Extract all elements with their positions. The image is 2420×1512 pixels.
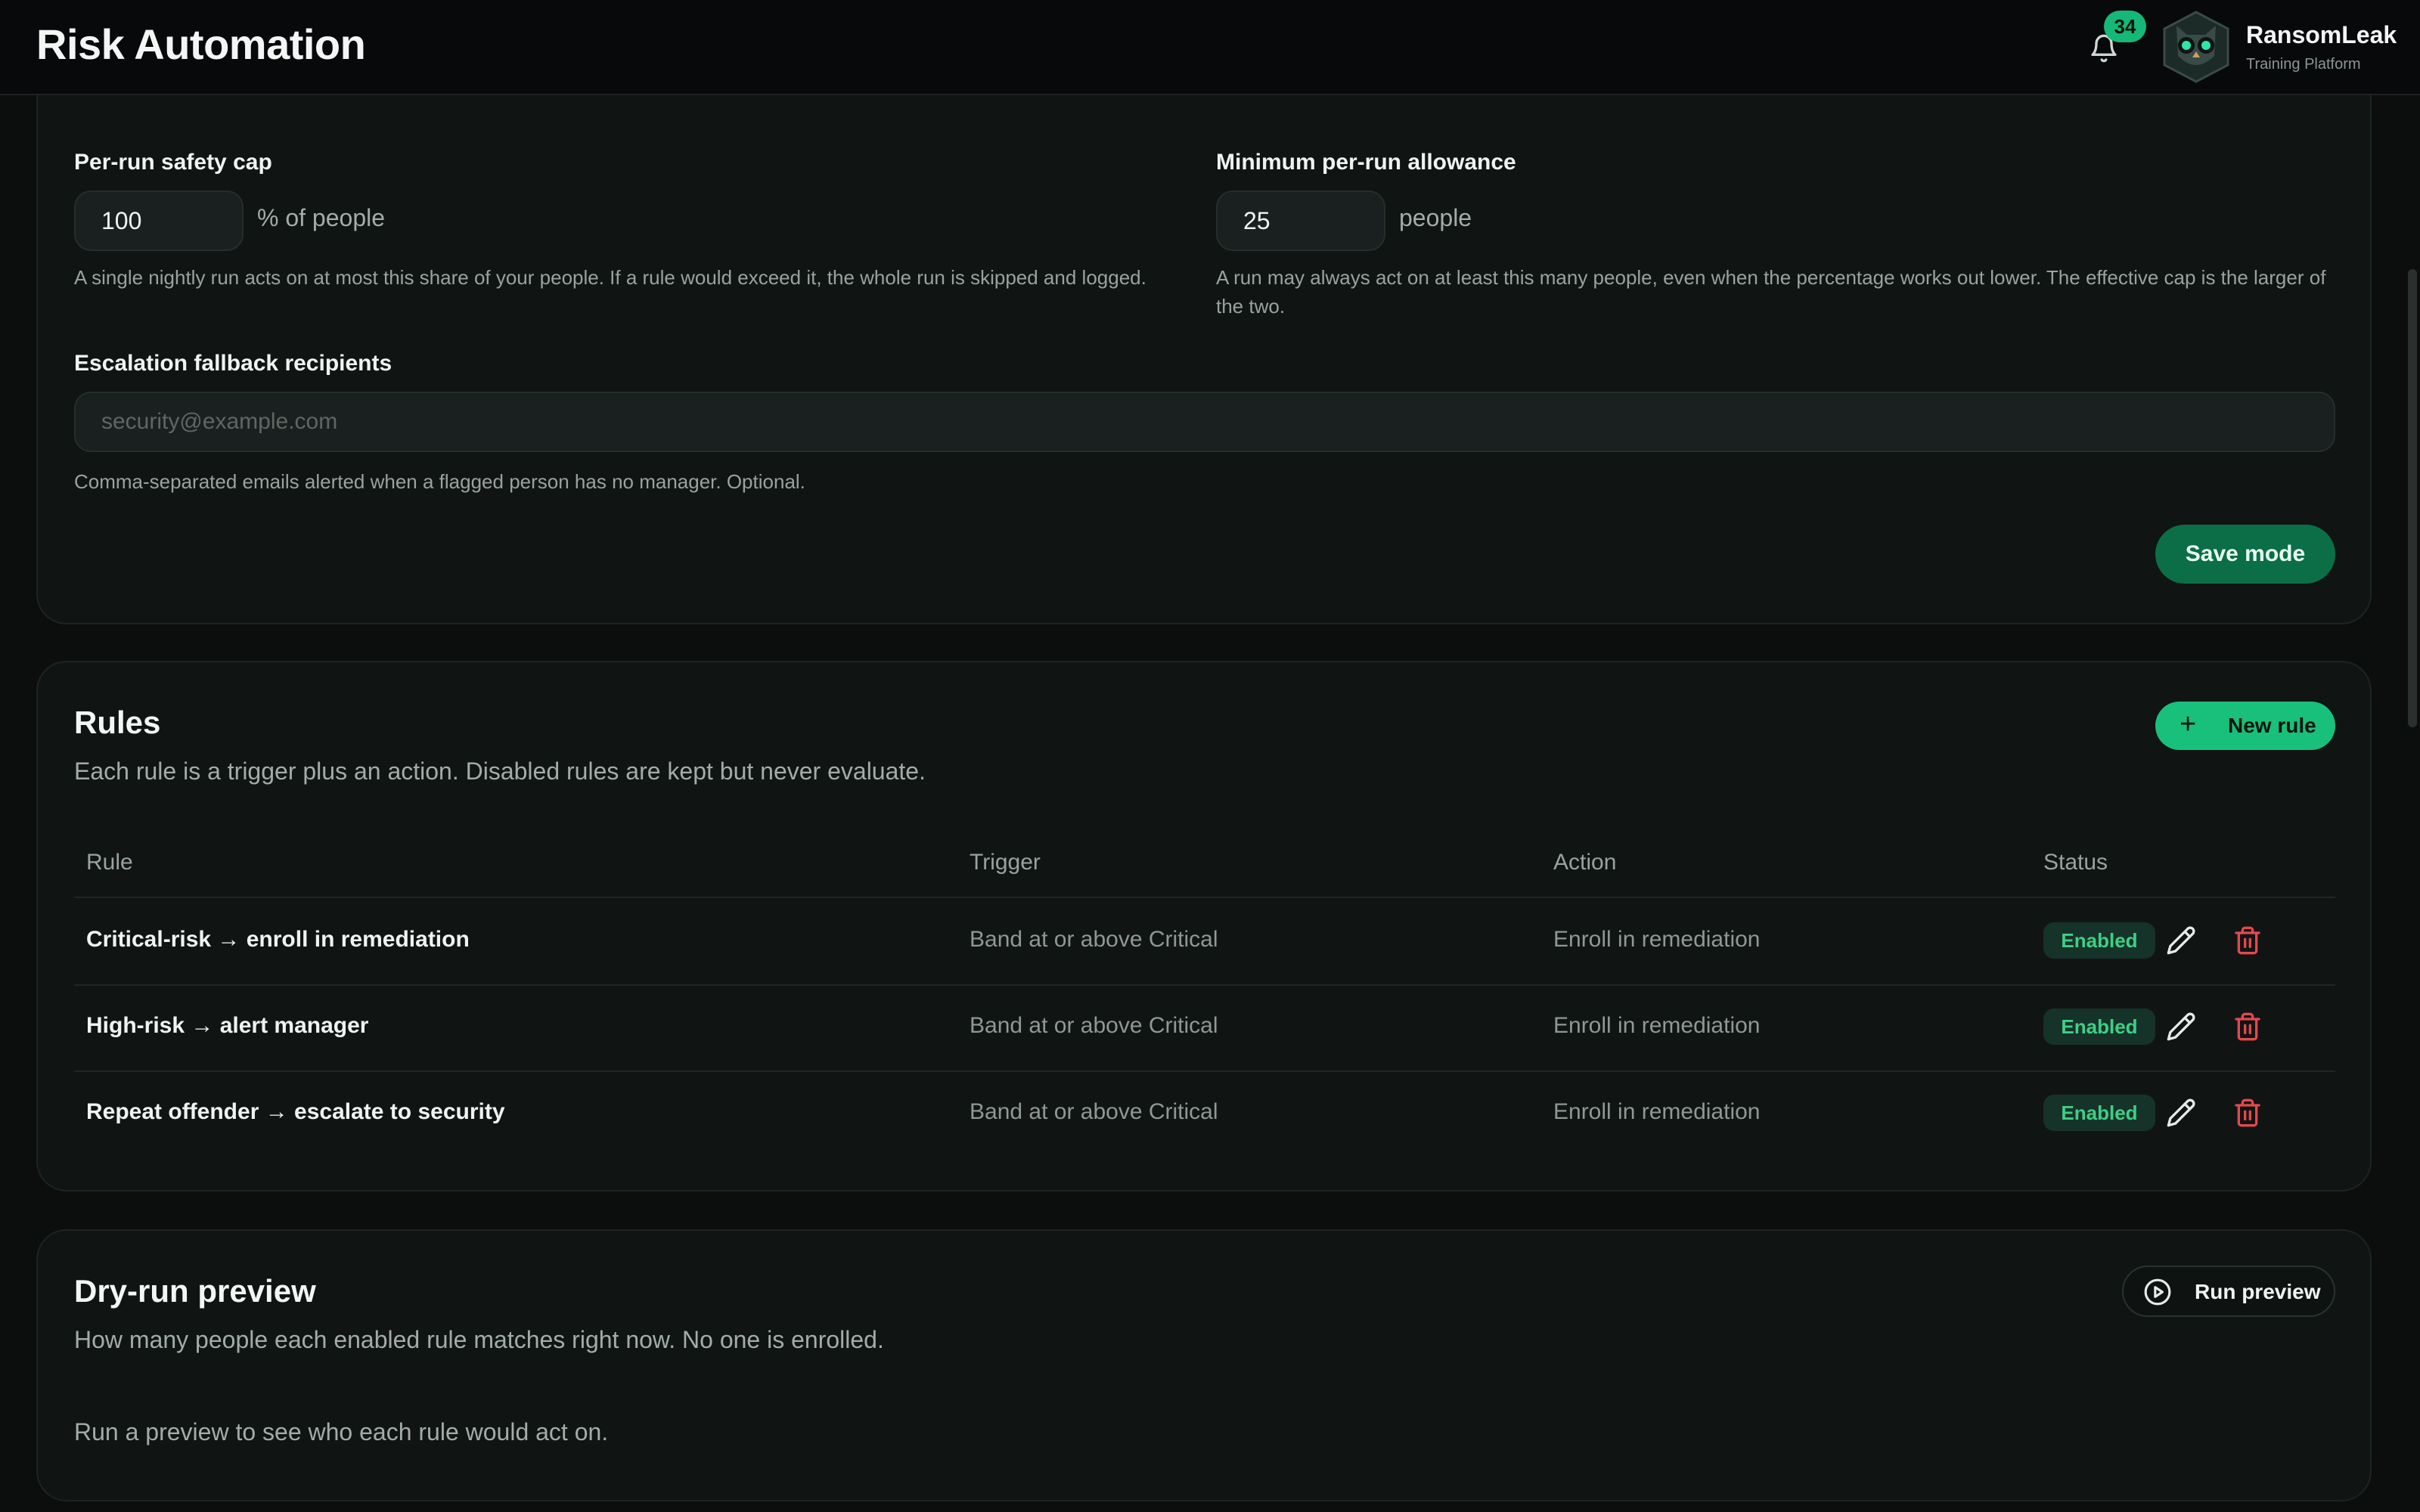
rule-trigger: Band at or above Critical <box>970 1013 1218 1038</box>
trash-icon[interactable] <box>2232 1012 2263 1042</box>
trash-icon[interactable] <box>2232 925 2263 956</box>
rule-action: Enroll in remediation <box>1553 1099 1761 1124</box>
rule-action: Enroll in remediation <box>1553 927 1761 952</box>
dry-run-preview-card: Dry-run preview How many people each ena… <box>36 1229 2372 1501</box>
run-preview-button[interactable]: Run preview <box>2122 1266 2335 1317</box>
min-allowance-unit: people <box>1399 204 1472 231</box>
mode-settings-card: Per-run safety cap 100 % of people A sin… <box>36 30 2372 624</box>
rule-name[interactable]: Repeat offender → escalate to security <box>86 1099 505 1125</box>
pencil-icon[interactable] <box>2166 1012 2196 1042</box>
new-rule-button[interactable]: + New rule <box>2155 702 2335 750</box>
save-mode-button[interactable]: Save mode <box>2155 525 2335 584</box>
column-header-action: Action <box>1553 850 1617 875</box>
safety-cap-help: A single nightly run acts on at most thi… <box>74 266 1146 289</box>
status-badge[interactable]: Enabled <box>2043 922 2155 959</box>
column-header-trigger: Trigger <box>970 850 1041 875</box>
min-allowance-input[interactable]: 25 <box>1216 191 1385 251</box>
safety-cap-input[interactable]: 100 <box>74 191 244 251</box>
header-divider <box>74 897 2335 898</box>
top-bar: Risk Automation 34 RansomLeak Training P… <box>0 0 2420 95</box>
fallback-recipients-input[interactable]: security@example.com <box>74 392 2335 452</box>
min-allowance-label: Minimum per-run allowance <box>1216 150 1516 175</box>
notification-count-badge[interactable]: 34 <box>2104 11 2146 42</box>
row-divider <box>74 1070 2335 1072</box>
column-header-rule: Rule <box>86 850 133 875</box>
status-badge[interactable]: Enabled <box>2043 1095 2155 1131</box>
rule-action: Enroll in remediation <box>1553 1013 1761 1038</box>
brand-subtitle: Training Platform <box>2246 56 2361 73</box>
rules-card: Rules Each rule is a trigger plus an act… <box>36 661 2372 1191</box>
plus-icon: + <box>2180 708 2197 740</box>
rule-name[interactable]: High-risk → alert manager <box>86 1013 368 1039</box>
fallback-recipients-label: Escalation fallback recipients <box>74 351 392 376</box>
min-allowance-help: A run may always act on at least this ma… <box>1216 266 2326 318</box>
new-rule-label: New rule <box>2228 714 2316 737</box>
pencil-icon[interactable] <box>2166 1098 2196 1128</box>
preview-title: Dry-run preview <box>74 1273 316 1309</box>
trash-icon[interactable] <box>2232 1098 2263 1128</box>
rule-trigger: Band at or above Critical <box>970 927 1218 952</box>
rule-name[interactable]: Critical-risk → enroll in remediation <box>86 927 470 953</box>
rule-trigger: Band at or above Critical <box>970 1099 1218 1124</box>
brand-name: RansomLeak <box>2246 21 2397 48</box>
fallback-recipients-help: Comma-separated emails alerted when a fl… <box>74 470 805 493</box>
row-divider <box>74 984 2335 986</box>
safety-cap-unit: % of people <box>257 204 386 231</box>
status-badge[interactable]: Enabled <box>2043 1009 2155 1045</box>
page-title: Risk Automation <box>36 20 366 68</box>
run-preview-label: Run preview <box>2195 1280 2321 1303</box>
rules-subtitle: Each rule is a trigger plus an action. D… <box>74 758 926 785</box>
preview-subtitle: How many people each enabled rule matche… <box>74 1326 884 1353</box>
pencil-icon[interactable] <box>2166 925 2196 956</box>
safety-cap-label: Per-run safety cap <box>74 150 272 175</box>
column-header-status: Status <box>2043 850 2108 875</box>
scrollbar-thumb[interactable] <box>2408 269 2417 727</box>
preview-empty-state: Run a preview to see who each rule would… <box>74 1418 609 1445</box>
rules-title: Rules <box>74 705 161 740</box>
owl-avatar-icon[interactable] <box>2161 11 2231 83</box>
play-circle-icon <box>2144 1278 2171 1306</box>
